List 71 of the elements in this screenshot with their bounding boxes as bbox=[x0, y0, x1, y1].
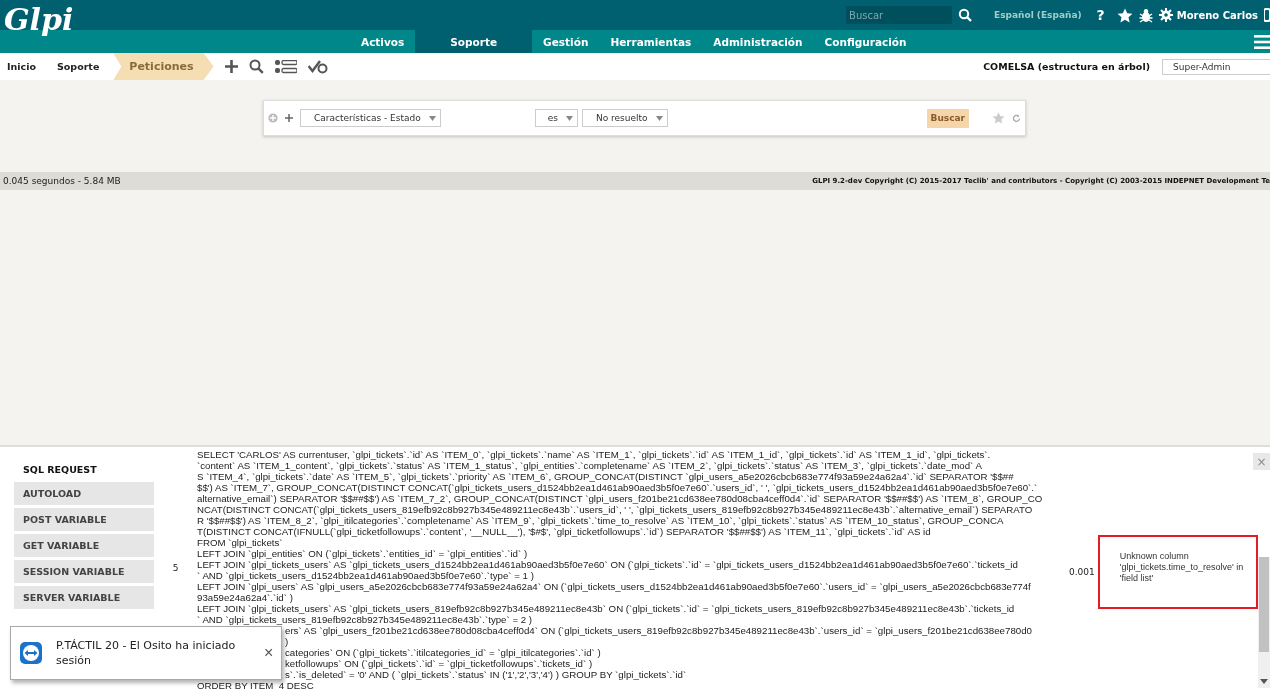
debug-tab[interactable]: SESSION VARIABLE bbox=[14, 560, 154, 583]
menu-tab[interactable]: Gestión bbox=[532, 30, 600, 53]
sql-line: `content` AS `ITEM_1_content`, `glpi_tickets`.`status` AS `ITEM_1_status`, `glpi_entities`.`completename` AS `ITEM_2`, `glpi_tickets`.`status` AS `ITEM_3`, `glpi_tickets`.`date_mod` A bbox=[197, 460, 982, 471]
error-message: Unknown column 'glpi_tickets.time_to_resolve' in 'field list' bbox=[1119, 551, 1245, 584]
breadcrumb-link[interactable]: Inicio bbox=[0, 53, 50, 80]
debug-tab[interactable]: SQL REQUEST bbox=[14, 459, 154, 479]
sql-line: R '$$##$$') AS `ITEM_8_2`, `glpi_itilcategories`.`completename` AS `ITEM_9`, `glpi_tickets`.`time_to_resolve` AS `ITEM_10`, `glpi_tickets`.`status` AS `ITEM_10_status`, GROUP_CONCA bbox=[197, 515, 1004, 526]
dropdown[interactable]: Características - Estado bbox=[300, 109, 441, 127]
dropdown[interactable]: es bbox=[534, 109, 578, 127]
bug-icon[interactable] bbox=[1138, 7, 1153, 23]
notification-text: P.TÁCTIL 20 - El Osito ha iniciado sesión bbox=[56, 638, 237, 668]
scroll-thumb[interactable] bbox=[1259, 557, 1269, 652]
profile-select[interactable]: Super-Admin bbox=[1162, 58, 1270, 75]
check-gear-icon[interactable] bbox=[307, 59, 328, 74]
menu-tab[interactable]: Herramientas bbox=[599, 30, 703, 53]
plus-icon[interactable] bbox=[285, 114, 293, 122]
sql-line: ers` AS `glpi_users_f201be21cd638ee780d08cba4ceff0d4` ON (`glpi_tickets_users_819efb92c8b927b345e489211ec8e43b`.`users_id` = `glpi_users_f201be21cd638ee780d0 bbox=[285, 625, 1032, 636]
sql-line: LEFT JOIN `glpi_tickets_users` AS `glpi_tickets_users_819efb92c8b927b345e489211ec8e43b` ON (`glpi_tickets`.`id` = `glpi_tickets_users_819efb92c8b927b345e489211ec8e43b`.`tickets_id bbox=[197, 603, 1015, 614]
sql-line: s`.`is_deleted` = '0' AND ( `glpi_tickets`.`status` IN ('1','2','3','4') ) GROUP BY `glpi_tickets`.`id` bbox=[285, 669, 687, 680]
breadcrumb-link[interactable]: Peticiones bbox=[113, 53, 214, 80]
sql-line: S `ITEM_4`, `glpi_tickets`.`date` AS `ITEM_5`, `glpi_tickets`.`priority` AS `ITEM_6`, GROUP_CONCAT(DISTINCT `glpi_users_a5e2026cbcb683e774f93a59e24a62a4`.`id` SEPARATOR '$$## bbox=[197, 471, 1014, 482]
breadcrumb-link[interactable]: Soporte bbox=[49, 53, 114, 80]
close-button[interactable]: × bbox=[264, 644, 274, 662]
menu-tab[interactable]: Configuración bbox=[813, 30, 918, 53]
caret-icon bbox=[428, 115, 436, 121]
user-name[interactable]: Moreno Carlos bbox=[1176, 9, 1258, 21]
scroll-down-icon[interactable] bbox=[1260, 679, 1268, 684]
help-link[interactable]: ? bbox=[1096, 7, 1105, 23]
dropdown[interactable]: No resuelto bbox=[581, 109, 668, 127]
sql-line: SELECT 'CARLOS' AS currentuser, `glpi_tickets`.`id` AS `ITEM_0`, `glpi_tickets`.`name` AS `ITEM_1`, `glpi_tickets`.`id` AS `ITEM_1_id`, `glpi_tickets`.`id` AS `ITEM_1_id`, `glpi_tickets`. bbox=[197, 449, 991, 460]
menu-tab[interactable]: Activos bbox=[350, 30, 416, 53]
language-link[interactable]: Español (España) bbox=[994, 10, 1082, 20]
remote-app-icon bbox=[20, 642, 42, 664]
menu-tab[interactable]: Soporte bbox=[415, 30, 533, 53]
star-icon[interactable] bbox=[992, 112, 1005, 124]
query-time: 0.001 bbox=[1069, 567, 1095, 577]
sql-line: LEFT JOIN `glpi_tickets_users` AS `glpi_tickets_users_d1524bb2ea1d461ab90aed3b5f0e7e60` ON (`glpi_tickets`.`id` = `glpi_tickets_users_d1524bb2ea1d461ab90aed3b5f0e7e60`.`tickets_id bbox=[197, 559, 1018, 570]
sql-line: ` AND `glpi_tickets_users_819efb92c8b927b345e489211ec8e43b`.`type` = 2 ) bbox=[197, 614, 533, 625]
search-field[interactable]: Buscar bbox=[846, 6, 953, 24]
plus-icon[interactable] bbox=[224, 60, 238, 73]
debug-tab[interactable]: GET VARIABLE bbox=[14, 534, 154, 557]
sql-line: categories` ON (`glpi_tickets`.`itilcategories_id` = `glpi_itilcategories`.`id` ) bbox=[285, 647, 601, 658]
sql-line: FROM `glpi_tickets` bbox=[197, 537, 283, 548]
caret-icon bbox=[565, 115, 573, 121]
debug-tab[interactable]: SERVER VARIABLE bbox=[14, 586, 154, 609]
scrollbar[interactable] bbox=[1258, 557, 1270, 688]
sql-line: LEFT JOIN `glpi_users` AS `glpi_users_a5e2026cbcb683e774f93a59e24a62a4` ON (`glpi_tickets_users_d1524bb2ea1d461ab90aed3b5f0e7e60`.`users_id` = `glpi_users_a5e2026cbcb683e774f bbox=[197, 581, 1031, 592]
debug-tab[interactable]: POST VARIABLE bbox=[14, 508, 154, 531]
search-icon[interactable] bbox=[958, 8, 973, 22]
sql-line: ` AND `glpi_tickets_users_d1524bb2ea1d461ab90aed3b5f0e7e60`.`type` = 1 ) bbox=[197, 570, 534, 581]
star-icon[interactable] bbox=[1116, 7, 1133, 23]
render-stats: 0.045 segundos - 5.84 MB bbox=[3, 176, 121, 186]
search-button[interactable]: Buscar bbox=[926, 108, 969, 128]
debug-tab[interactable]: AUTOLOAD bbox=[14, 482, 154, 505]
menu-icon[interactable] bbox=[1254, 34, 1270, 49]
sql-line: ketfollowups` ON (`glpi_tickets`.`id` = `glpi_ticketfollowups`.`tickets_id` ) bbox=[285, 658, 593, 669]
list-icon[interactable] bbox=[274, 59, 297, 74]
sql-line: alternative_email`) SEPARATOR '$$##$$') AS `ITEM_7_2`, GROUP_CONCAT(DISTINCT `glpi_users_f201be21cd638ee780d08cba4ceff0d4`.`id` SEPARATOR '$$##$$') AS `ITEM_8`, GROUP_CO bbox=[197, 493, 1043, 504]
query-number: 5 bbox=[171, 563, 180, 573]
sql-line: $$') AS `ITEM_7`, GROUP_CONCAT(DISTINCT CONCAT(`glpi_tickets_users_d1524bb2ea1d461ab90aed3b5f0e7e60`.`users_id`, ' ', `glpi_tickets_users_d1524bb2ea1d461ab90aed3b5f0e7e60`.` bbox=[197, 482, 1038, 493]
sql-line: T(DISTINCT CONCAT(IFNULL(`glpi_ticketfollowups`.`content`, '__NULL__'), '$#$', `glpi_ticketfollowups`.`id`) SEPARATOR '$$##$$') AS `ITEM_11`, `glpi_tickets`.`id` AS id bbox=[197, 526, 931, 537]
entity-link[interactable]: COMELSA (estructura en árbol) bbox=[983, 61, 1150, 72]
gear-icon[interactable] bbox=[1158, 8, 1173, 22]
glpi-logo[interactable]: Glpi bbox=[4, 3, 74, 37]
caret-icon bbox=[655, 115, 663, 121]
menu-tab[interactable]: Administración bbox=[702, 30, 814, 53]
sql-line: NCAT(DISTINCT CONCAT(`glpi_tickets_users_819efb92c8b927b345e489211ec8e43b`.`users_id`, ' ', `glpi_tickets_users_819efb92c8b927b345e489211ec8e43b`.`alternative_email`) SEPARATO bbox=[197, 504, 1033, 515]
sql-line: 93a59e24a62a4`.`id` ) bbox=[197, 592, 293, 603]
search-icon[interactable] bbox=[248, 59, 264, 74]
sql-line: LEFT JOIN `glpi_entities` ON (`glpi_tickets`.`entities_id` = `glpi_entities`.`id` ) bbox=[197, 548, 528, 559]
sql-line: ) bbox=[285, 636, 289, 647]
